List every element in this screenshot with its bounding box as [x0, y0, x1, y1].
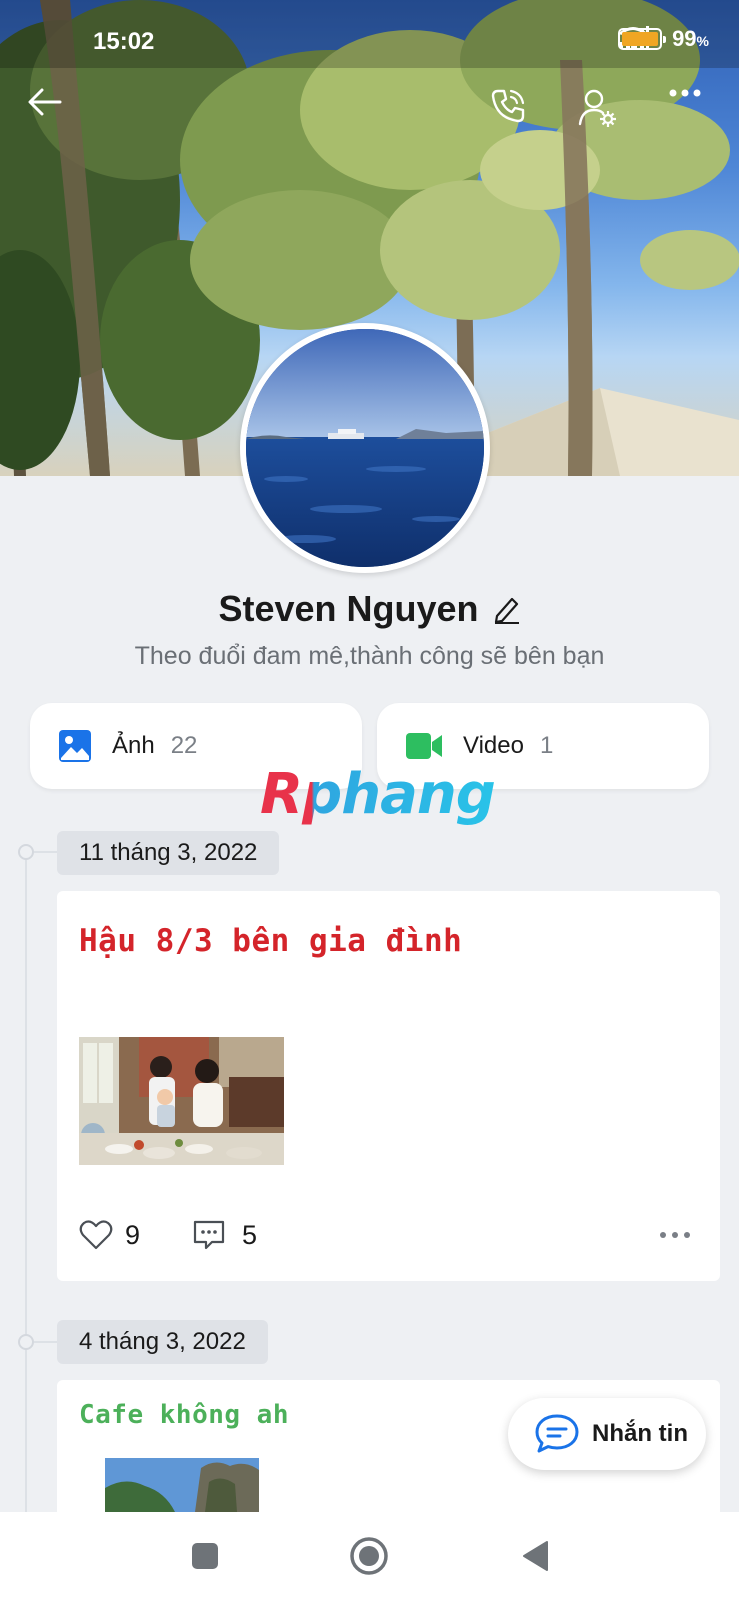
- status-time: 15:02: [93, 28, 155, 55]
- like-heart-icon[interactable]: [79, 1219, 113, 1251]
- more-options-button[interactable]: [668, 88, 718, 138]
- profile-settings-button[interactable]: [578, 88, 628, 138]
- timeline-dot: [18, 844, 34, 860]
- avatar-sea-image: [246, 329, 484, 567]
- message-label: Nhắn tin: [592, 1420, 688, 1447]
- call-button[interactable]: [490, 88, 540, 138]
- home-button[interactable]: [347, 1534, 391, 1578]
- like-count: 9: [125, 1219, 141, 1250]
- message-button[interactable]: Nhắn tin: [508, 1398, 706, 1470]
- phone-icon: [491, 89, 525, 123]
- family-photo: [79, 1037, 284, 1165]
- user-settings-icon: [578, 89, 616, 127]
- post-title: Hậu 8/3 bên gia đình: [79, 923, 463, 959]
- recents-square-icon: [192, 1543, 218, 1569]
- profile-bio: Theo đuổi đam mê,thành công sẽ bên bạn: [134, 642, 605, 670]
- timeline-post[interactable]: Hậu 8/3 bên gia đình 9 5: [57, 891, 720, 1281]
- home-circle-icon: [350, 1537, 388, 1575]
- avatar[interactable]: [240, 323, 490, 573]
- timeline-line: [25, 852, 27, 1512]
- back-button[interactable]: [28, 88, 78, 138]
- comment-icon[interactable]: [192, 1219, 226, 1251]
- videos-label: Video: [463, 732, 524, 759]
- chat-bubble-icon: [535, 1414, 579, 1453]
- battery-icon: [618, 28, 667, 50]
- edit-pencil-icon[interactable]: [493, 594, 521, 624]
- system-nav-bar: [0, 1512, 739, 1600]
- comment-count: 5: [242, 1219, 258, 1250]
- status-bar: 15:02 99%: [0, 0, 739, 68]
- video-camera-icon: [406, 733, 442, 759]
- post-photo[interactable]: [105, 1458, 259, 1512]
- timeline-date: 11 tháng 3, 2022: [57, 831, 280, 875]
- timeline-date: 4 tháng 3, 2022: [57, 1320, 268, 1364]
- post-photo[interactable]: [79, 1037, 284, 1165]
- watermark-logo: Rphang: [260, 762, 496, 827]
- back-triangle-icon: [523, 1541, 548, 1571]
- profile-name: Steven Nguyen: [218, 588, 479, 629]
- post-more-icon[interactable]: [659, 1231, 691, 1239]
- videos-count: 1: [539, 732, 554, 759]
- cliff-photo: [105, 1458, 259, 1512]
- battery-level: 99%: [672, 26, 709, 51]
- image-icon: [59, 730, 91, 762]
- photos-label: Ảnh: [112, 732, 155, 759]
- photos-count: 22: [170, 732, 198, 759]
- back-nav-button[interactable]: [513, 1534, 557, 1578]
- timeline-dot: [18, 1334, 34, 1350]
- back-arrow-icon: [28, 88, 62, 116]
- post-title: Cafe không ah: [79, 1400, 289, 1430]
- recents-button[interactable]: [183, 1534, 227, 1578]
- more-dots-icon: [669, 89, 701, 97]
